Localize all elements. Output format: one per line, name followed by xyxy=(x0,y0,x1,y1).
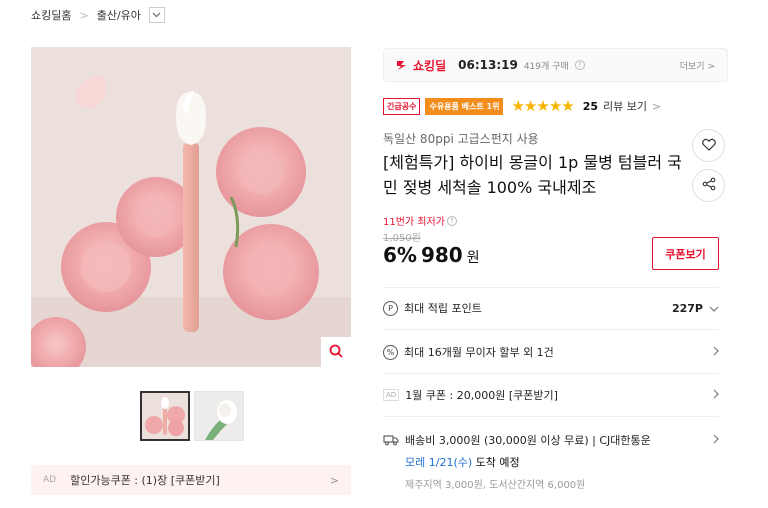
ad-tag: AD xyxy=(383,389,400,401)
breadcrumb: 쇼킹딜홈 > 출산/유아 xyxy=(31,6,165,24)
arrival-suffix: 도착 예정 xyxy=(475,456,520,469)
shocking-deal-logo: 쇼킹딜 xyxy=(396,57,446,74)
breadcrumb-category[interactable]: 출산/유아 xyxy=(97,7,141,23)
product-main-image[interactable] xyxy=(31,47,351,367)
info-icon[interactable]: ? xyxy=(446,215,457,226)
lowest-price-text: 11번가 최저가 xyxy=(383,217,445,228)
arrival-estimate: 모레 1/21(수) 도착 예정 xyxy=(405,454,719,470)
installment-text: 최대 16개월 무이자 할부 외 1건 xyxy=(404,346,554,359)
thumbnail-image xyxy=(142,393,188,439)
lightning-icon xyxy=(397,61,406,70)
shipping-fee-text: 배송비 3,000원 (30,000원 이상 무료) | CJ대한통운 xyxy=(405,434,651,447)
sale-price: 980 xyxy=(420,243,463,267)
chevron-down-icon[interactable] xyxy=(148,7,165,23)
chevron-right-icon xyxy=(713,345,719,360)
breadcrumb-separator: > xyxy=(79,8,89,22)
star-rating: ★★★★★ xyxy=(511,97,574,115)
points-row[interactable]: P 최대 적립 포인트 227P xyxy=(383,298,719,318)
arrival-date: 모레 1/21(수) xyxy=(405,456,473,469)
ad-coupon-text: 할인가능쿠폰 : (1)장 [쿠폰받기] xyxy=(70,474,220,487)
best-badge: 수유용품 베스트 1위 xyxy=(425,97,504,115)
points-label: 최대 적립 포인트 xyxy=(404,302,482,315)
badge-row: 긴급공수 수유용품 베스트 1위 ★★★★★ 25 리뷰 보기 > xyxy=(383,97,661,115)
divider xyxy=(383,287,719,288)
truck-icon xyxy=(383,434,399,446)
info-icon[interactable]: ? xyxy=(574,60,585,70)
chevron-right-icon xyxy=(713,388,719,403)
search-icon xyxy=(329,344,343,361)
review-count: 25 xyxy=(582,99,599,113)
thumbnail-image xyxy=(195,392,243,440)
coupon-text: 1월 쿠폰 : 20,000원 [쿠폰받기] xyxy=(405,389,558,402)
chevron-down-icon xyxy=(709,302,719,315)
coupon-view-button[interactable]: 쿠폰보기 xyxy=(652,237,719,270)
product-photo xyxy=(31,47,351,367)
ad-coupon-banner[interactable]: AD 할인가능쿠폰 : (1)장 [쿠폰받기] > xyxy=(31,465,351,495)
share-button[interactable] xyxy=(692,169,725,202)
extra-shipping-fee: 제주지역 3,000원, 도서산간지역 6,000원 xyxy=(405,480,586,491)
deal-logo-text: 쇼킹딜 xyxy=(413,58,447,73)
coupon-row[interactable]: AD 1월 쿠폰 : 20,000원 [쿠폰받기] xyxy=(383,385,719,405)
divider xyxy=(383,373,719,374)
divider xyxy=(383,416,719,417)
chevron-right-icon: > xyxy=(652,99,662,113)
product-subtitle: 독일산 80ppi 고급스펀지 사용 xyxy=(383,132,539,146)
original-price: 1,050원 xyxy=(383,233,421,244)
shipping-info[interactable]: 배송비 3,000원 (30,000원 이상 무료) | CJ대한통운 모레 1… xyxy=(383,432,719,491)
thumbnail-2[interactable] xyxy=(194,391,244,441)
heart-icon xyxy=(701,138,716,154)
shocking-deal-bar: 쇼킹딜 06:13:19 419개 구매 ? 더보기 > xyxy=(383,48,728,82)
deal-more-link[interactable]: 더보기 > xyxy=(680,59,715,72)
deal-timer: 06:13:19 xyxy=(458,58,518,72)
installment-icon: % xyxy=(383,344,398,360)
product-title: [체험특가] 하이비 몽글이 1p 물병 텀블러 국민 젖병 세척솔 100% … xyxy=(383,153,682,197)
thumbnail-1[interactable] xyxy=(140,391,190,441)
points-value: 227P xyxy=(671,301,703,315)
chevron-right-icon xyxy=(713,433,719,448)
deal-purchase-count: 419개 구매 xyxy=(523,61,569,72)
installment-row[interactable]: % 최대 16개월 무이자 할부 외 1건 xyxy=(383,342,719,362)
wishlist-button[interactable] xyxy=(692,129,725,162)
currency-unit: 원 xyxy=(466,250,480,266)
ad-tag: AD xyxy=(43,475,57,485)
chevron-right-icon: > xyxy=(329,473,339,487)
lowest-price-label: 11번가 최저가 ? xyxy=(383,213,457,228)
divider xyxy=(383,329,719,330)
price-row: 6% 980 원 xyxy=(383,243,480,267)
breadcrumb-home[interactable]: 쇼킹딜홈 xyxy=(31,7,71,23)
urgent-badge: 긴급공수 xyxy=(383,97,421,115)
zoom-button[interactable] xyxy=(321,337,351,367)
review-link[interactable]: 리뷰 보기 xyxy=(603,98,647,114)
point-icon: P xyxy=(383,300,398,316)
discount-rate: 6% xyxy=(383,243,417,267)
share-icon xyxy=(702,177,716,194)
